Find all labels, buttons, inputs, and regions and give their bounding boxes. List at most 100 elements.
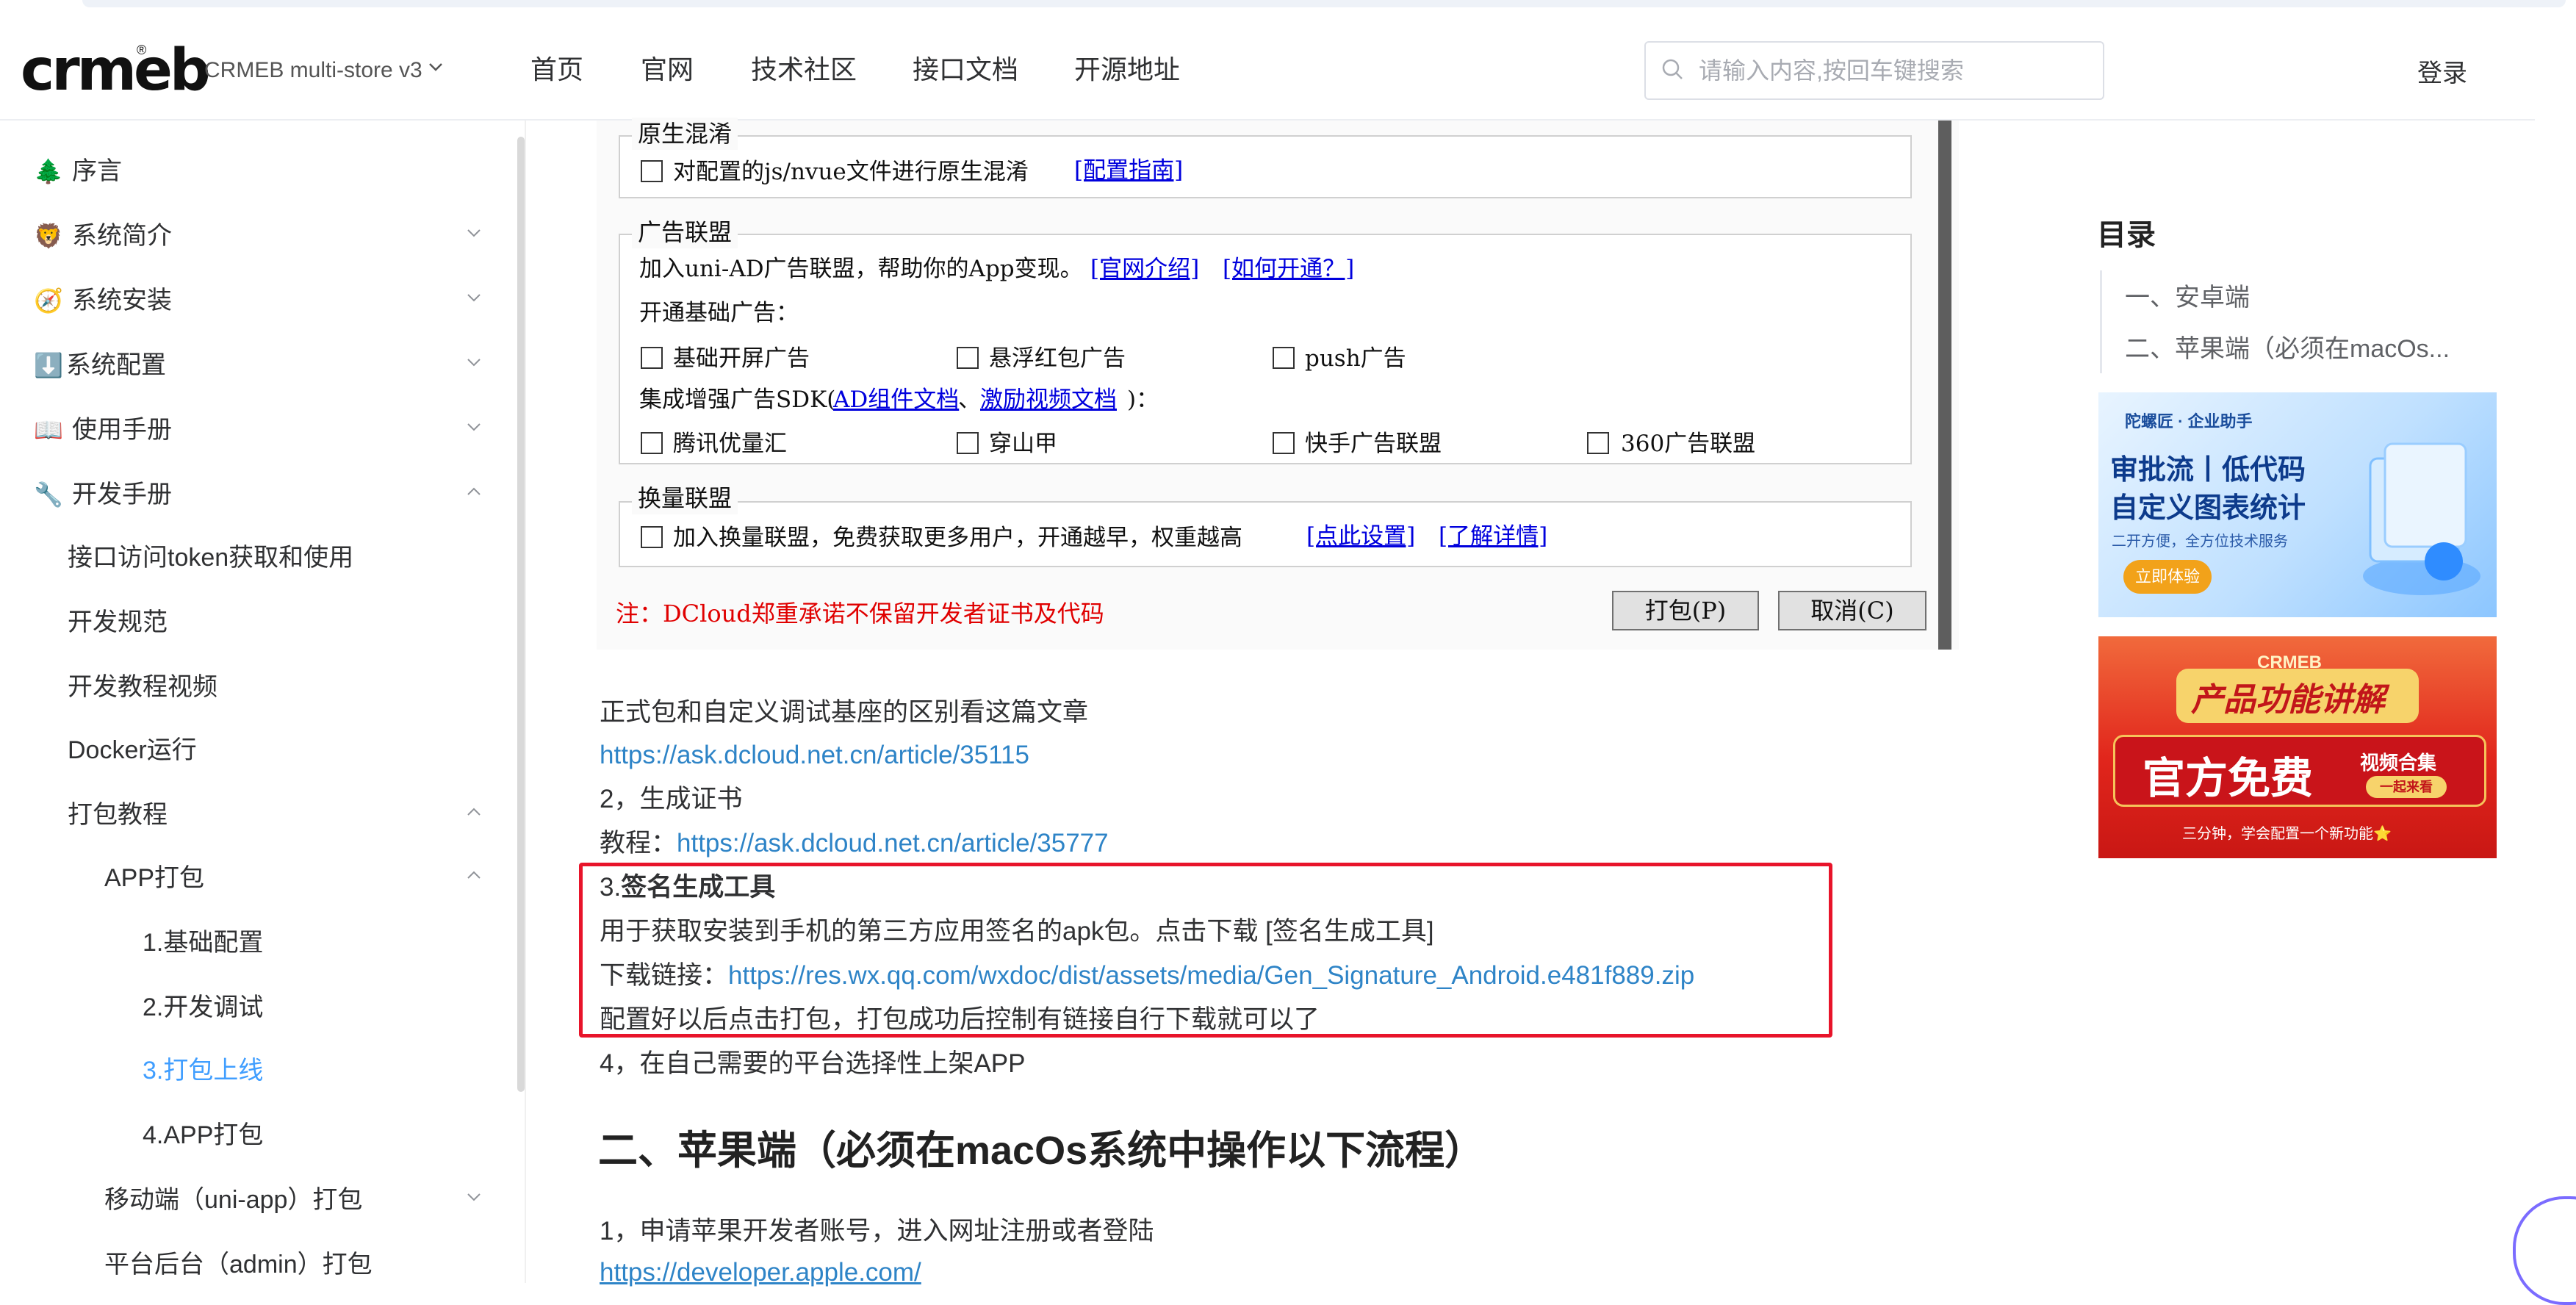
exchange-setting-link: [点此设置] [1306, 523, 1416, 550]
sidebar-item-docker[interactable]: Docker运行 [68, 732, 197, 769]
ad1-cta-button[interactable]: 立即体验 [2123, 560, 2212, 594]
article-link-35115[interactable]: https://ask.dcloud.net.cn/article/35115 [600, 736, 1029, 774]
login-link[interactable]: 登录 [2417, 56, 2467, 91]
sidebar-item-config[interactable]: 系统配置 [66, 347, 166, 384]
toc-item-ios[interactable]: 二、苹果端（必须在macOs... [2125, 331, 2450, 367]
ad-component-doc-link: AD组件文档 [833, 387, 960, 413]
download-prefix: 下载链接： [600, 961, 729, 990]
config-guide-link: [配置指南] [1074, 157, 1184, 184]
wrench-icon: 🔧 [34, 481, 63, 508]
checkbox [957, 347, 979, 369]
ad-option-push: push广告 [1305, 345, 1406, 372]
sidebar-divider [525, 121, 526, 1283]
ad2-tag2: 一起来看 [2366, 776, 2447, 798]
ad-official-intro-link: [官网介绍] [1090, 256, 1200, 282]
article-paragraph: 正式包和自定义调试基座的区别看这篇文章 [600, 698, 1089, 727]
lion-icon: 🦁 [34, 223, 63, 249]
chevron-down-icon[interactable] [466, 225, 482, 241]
sidebar-item-basic-config[interactable]: 1.基础配置 [143, 924, 263, 961]
sidebar-item-token[interactable]: 接口访问token获取和使用 [68, 539, 353, 576]
sdk-option-pangle: 穿山甲 [989, 431, 1057, 457]
sdk-prefix: 集成增强广告SDK( [639, 387, 836, 413]
checkbox [1273, 432, 1295, 454]
nav-home[interactable]: 首页 [530, 51, 583, 88]
ad-option-redpacket: 悬浮红包广告 [989, 345, 1126, 372]
dcloud-note: 注：DCloud郑重承诺不保留开发者证书及代码 [616, 600, 1104, 628]
version-selector[interactable]: CRMEB multi-store v3 [204, 54, 422, 87]
checkbox [1587, 432, 1609, 454]
article-link-35777[interactable]: https://ask.dcloud.net.cn/article/35777 [677, 829, 1109, 858]
sidebar-item-intro[interactable]: 系统简介 [72, 218, 172, 254]
sidebar-item-packaging[interactable]: 打包教程 [68, 797, 168, 833]
sidebar-item-dev-manual[interactable]: 开发手册 [72, 476, 172, 513]
top-strip [82, 0, 2566, 7]
toc-title: 目录 [2097, 219, 2156, 251]
logo[interactable]: crmeb [21, 35, 211, 106]
nav-open-source[interactable]: 开源地址 [1074, 51, 1180, 88]
ad1-line1: 审批流丨低代码 [2110, 455, 2306, 486]
sidebar-item-app-pack[interactable]: APP打包 [104, 860, 204, 896]
search-icon [1662, 59, 1683, 79]
sidebar-scrollbar[interactable] [517, 137, 525, 1092]
nav-tech-community[interactable]: 技术社区 [751, 51, 857, 88]
assistant-avatar[interactable] [2513, 1196, 2576, 1305]
section-heading-ios: 二、苹果端（必须在macOs系统中操作以下流程） [598, 1129, 1485, 1173]
ad-banner-tuoluojiang[interactable]: 陀螺匠 · 企业助手 审批流丨低代码 自定义图表统计 二开方便，全方位技术服务 … [2098, 392, 2497, 617]
sdk-option-kuaishou: 快手广告联盟 [1305, 431, 1442, 457]
apple-developer-link[interactable]: https://developer.apple.com/ [600, 1254, 921, 1292]
article-paragraph: 4，在自己需要的平台选择性上架APP [600, 1049, 1026, 1078]
article-paragraph: 教程：https://ask.dcloud.net.cn/article/357… [600, 824, 1109, 863]
sdk-separator: 、 [958, 387, 981, 413]
sidebar-item-preface[interactable]: 序言 [72, 153, 122, 190]
sidebar-item-manual[interactable]: 使用手册 [72, 411, 172, 448]
ad-union-title: 广告联盟 [632, 216, 738, 248]
ad2-footer: 三分钟，学会配置一个新功能⭐ [2182, 826, 2392, 842]
ad-union-intro: 加入uni-AD广告联盟，帮助你的App变现。 [639, 256, 1083, 282]
sidebar-item-release[interactable]: 3.打包上线 [143, 1052, 263, 1089]
native-obfuscation-checkbox [641, 160, 663, 182]
sidebar-item-install[interactable]: 系统安装 [72, 282, 172, 319]
sidebar-item-dev-debug[interactable]: 2.开发调试 [143, 989, 263, 1026]
ad-banner-crmeb-feature[interactable]: CRMEB 产品功能讲解 官方免费 视频合集 一起来看 三分钟，学会配置一个新功… [2098, 636, 2497, 858]
nav-official-site[interactable]: 官网 [641, 51, 694, 88]
cancel-button: 取消(C) [1778, 591, 1926, 630]
search-placeholder: 请输入内容,按回车键搜索 [1699, 57, 1964, 84]
nav-api-docs[interactable]: 接口文档 [913, 51, 1018, 88]
dialog-scrollbar [1938, 121, 1951, 650]
chevron-down-icon[interactable] [466, 1189, 482, 1205]
toc-rail [2100, 270, 2102, 373]
tutorial-prefix: 教程： [600, 829, 677, 858]
ad1-line3: 二开方便，全方位技术服务 [2112, 533, 2288, 550]
ad1-brand: 陀螺匠 · 企业助手 [2125, 412, 2253, 431]
chevron-down-icon[interactable] [466, 419, 482, 435]
sidebar-item-dev-spec[interactable]: 开发规范 [68, 604, 168, 641]
signature-tool-download-link[interactable]: https://res.wx.qq.com/wxdoc/dist/assets/… [728, 961, 1694, 990]
download-icon: ⬇️ [34, 352, 63, 378]
ad2-line2: 官方免费 [2143, 755, 2314, 802]
chevron-up-icon[interactable] [466, 867, 482, 883]
sidebar-item-admin-pack[interactable]: 平台后台（admin）打包 [104, 1246, 373, 1283]
chevron-down-icon[interactable] [466, 354, 482, 370]
checkbox [641, 432, 663, 454]
native-obfuscation-title: 原生混淆 [632, 118, 738, 150]
chevron-down-icon[interactable] [428, 59, 444, 75]
ad1-line2: 自定义图表统计 [2110, 493, 2306, 524]
ad2-line1: 产品功能讲解 [2191, 682, 2385, 718]
checkbox [641, 347, 663, 369]
ad-how-to-link: [如何开通？] [1223, 256, 1355, 282]
sidebar-item-app-pack-4[interactable]: 4.APP打包 [143, 1117, 263, 1154]
sidebar-item-mobile-pack[interactable]: 移动端（uni-app）打包 [104, 1182, 362, 1218]
chevron-up-icon[interactable] [466, 483, 482, 500]
sdk-option-tencent: 腾讯优量汇 [673, 431, 787, 457]
chevron-down-icon[interactable] [466, 290, 482, 306]
section-title: 签名生成工具 [621, 873, 776, 902]
toc-item-android[interactable]: 一、安卓端 [2125, 279, 2250, 316]
sidebar-item-dev-video[interactable]: 开发教程视频 [68, 669, 217, 705]
sdk-suffix: )： [1127, 387, 1159, 413]
checkbox [1273, 347, 1295, 369]
chevron-up-icon[interactable] [466, 804, 482, 820]
reward-video-doc-link: 激励视频文档 [980, 387, 1117, 413]
pack-button: 打包(P) [1612, 591, 1759, 630]
basic-ads-title: 开通基础广告： [639, 300, 799, 326]
tree-icon: 🌲 [34, 158, 63, 184]
